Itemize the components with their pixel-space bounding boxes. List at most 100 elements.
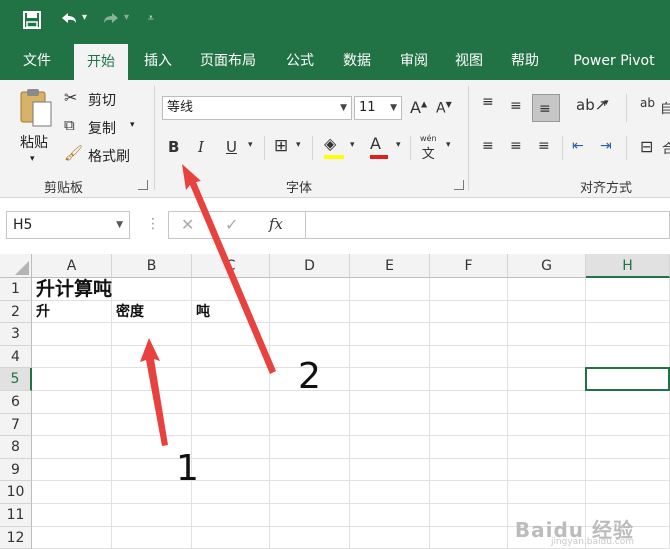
increase-indent-icon[interactable]: ⇥ — [600, 138, 612, 154]
row-header[interactable]: 3 — [0, 323, 32, 346]
cell-a7[interactable] — [32, 413, 112, 437]
align-right-icon[interactable]: ≡ — [538, 138, 550, 154]
redo-icon[interactable] — [100, 10, 122, 34]
align-center-icon[interactable]: ≡ — [510, 138, 522, 154]
cell-d2[interactable] — [270, 300, 350, 324]
paste-button[interactable]: 粘贴 ▾ — [14, 88, 58, 172]
cell-h9[interactable] — [586, 458, 670, 482]
cell-g9[interactable] — [508, 458, 586, 482]
bold-button[interactable]: B — [168, 138, 179, 156]
cell-c3[interactable] — [192, 323, 270, 346]
cell-b1[interactable] — [112, 278, 192, 301]
cell-a5[interactable] — [32, 368, 112, 391]
cell-g1[interactable] — [508, 278, 586, 301]
cell-b5[interactable] — [112, 368, 192, 391]
cell-a4[interactable] — [32, 345, 112, 369]
fill-color-dropdown-icon[interactable]: ▾ — [350, 140, 355, 150]
tab-view[interactable]: 视图 — [442, 42, 496, 80]
row-header[interactable]: 5 — [0, 368, 32, 391]
cell-h7[interactable] — [586, 413, 670, 437]
clipboard-launcher-icon[interactable] — [138, 180, 148, 190]
orientation-icon[interactable]: ab↗ — [576, 96, 607, 114]
align-top-icon[interactable]: ≡ — [482, 94, 494, 110]
merge-center-icon[interactable]: ⊟ — [640, 137, 653, 156]
row-header[interactable]: 8 — [0, 436, 32, 459]
increase-font-icon[interactable]: A▲ — [410, 98, 427, 117]
cell-b3[interactable] — [112, 323, 192, 346]
cell-c1[interactable] — [192, 278, 270, 301]
cell-e2[interactable] — [350, 300, 430, 324]
cell-a2[interactable]: 升 — [32, 300, 112, 324]
row-header[interactable]: 2 — [0, 300, 32, 324]
cell-e1[interactable] — [350, 278, 430, 301]
column-header[interactable]: E — [350, 254, 430, 278]
cell-f2[interactable] — [430, 300, 508, 324]
font-size-select[interactable]: 11 ▼ — [354, 96, 402, 120]
cell-f12[interactable] — [430, 526, 508, 549]
insert-function-icon[interactable]: fx — [269, 215, 283, 233]
cell-d7[interactable] — [270, 413, 350, 437]
cell-f4[interactable] — [430, 345, 508, 369]
cell-c12[interactable] — [192, 526, 270, 549]
phonetic-guide-icon[interactable]: wén 文 — [420, 134, 437, 162]
cell-f3[interactable] — [430, 323, 508, 346]
row-header[interactable]: 6 — [0, 391, 32, 414]
cell-c4[interactable] — [192, 345, 270, 369]
tab-review[interactable]: 审阅 — [388, 42, 440, 80]
cell-h4[interactable] — [586, 345, 670, 369]
cell-f6[interactable] — [430, 391, 508, 414]
cell-e7[interactable] — [350, 413, 430, 437]
cell-d9[interactable] — [270, 458, 350, 482]
italic-button[interactable]: I — [198, 138, 204, 156]
column-header[interactable]: H — [586, 254, 670, 278]
row-header[interactable]: 4 — [0, 345, 32, 369]
decrease-font-icon[interactable]: A▼ — [436, 100, 452, 117]
font-color-dropdown-icon[interactable]: ▾ — [396, 140, 401, 150]
cell-b4[interactable] — [112, 345, 192, 369]
underline-button[interactable]: U — [226, 138, 237, 156]
cell-c6[interactable] — [192, 391, 270, 414]
align-left-icon[interactable]: ≡ — [482, 138, 494, 154]
cell-c5[interactable] — [192, 368, 270, 391]
redo-dropdown-icon[interactable]: ▾ — [124, 12, 129, 23]
cell-a8[interactable] — [32, 436, 112, 459]
borders-dropdown-icon[interactable]: ▾ — [296, 140, 301, 150]
row-header[interactable]: 1 — [0, 278, 32, 301]
cell-f5[interactable] — [430, 368, 508, 391]
cell-f11[interactable] — [430, 504, 508, 527]
align-bottom-button[interactable]: ≡ — [532, 94, 560, 122]
cell-a10[interactable] — [32, 481, 112, 504]
select-all-corner[interactable] — [0, 254, 32, 278]
cell-d1[interactable] — [270, 278, 350, 301]
cell-b6[interactable] — [112, 391, 192, 414]
cell-d10[interactable] — [270, 481, 350, 504]
wrap-text-icon[interactable]: ab — [640, 96, 655, 110]
cell-g6[interactable] — [508, 391, 586, 414]
decrease-indent-icon[interactable]: ⇤ — [572, 138, 584, 154]
more-dots-icon[interactable]: ⋮ — [146, 216, 160, 232]
column-header[interactable]: A — [32, 254, 112, 278]
orientation-dropdown-icon[interactable]: ▾ — [604, 98, 609, 108]
underline-dropdown-icon[interactable]: ▾ — [248, 140, 253, 150]
tab-insert[interactable]: 插入 — [132, 42, 184, 80]
format-painter-button[interactable]: 🖌 格式刷 — [64, 144, 144, 166]
tab-home[interactable]: 开始 — [74, 44, 128, 80]
cell-a3[interactable] — [32, 323, 112, 346]
cell-f9[interactable] — [430, 458, 508, 482]
save-icon[interactable] — [22, 10, 42, 34]
cell-e8[interactable] — [350, 436, 430, 459]
cell-a1[interactable]: 升计算吨 — [32, 278, 112, 301]
column-header[interactable]: G — [508, 254, 586, 278]
cell-h10[interactable] — [586, 481, 670, 504]
align-middle-icon[interactable]: ≡ — [510, 98, 522, 114]
tab-help[interactable]: 帮助 — [498, 42, 552, 80]
row-header[interactable]: 11 — [0, 504, 32, 527]
cell-a12[interactable] — [32, 526, 112, 549]
cell-e3[interactable] — [350, 323, 430, 346]
cell-h8[interactable] — [586, 436, 670, 459]
cell-f10[interactable] — [430, 481, 508, 504]
column-header[interactable]: B — [112, 254, 192, 278]
font-color-button[interactable]: A — [370, 134, 388, 159]
copy-dropdown-icon[interactable]: ▾ — [130, 120, 135, 130]
cell-b11[interactable] — [112, 504, 192, 527]
